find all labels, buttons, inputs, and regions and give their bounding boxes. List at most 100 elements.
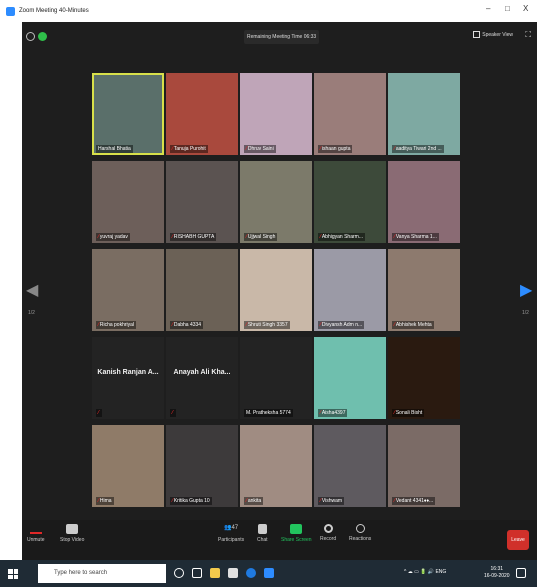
participant-name-label: ⁄Abhishek Mehta	[392, 321, 434, 329]
cortana-icon[interactable]	[174, 568, 184, 578]
zoom-taskbar-icon[interactable]	[264, 568, 274, 578]
notifications-icon[interactable]	[516, 568, 526, 578]
mic-muted-icon: ⁄	[172, 146, 173, 152]
participant-tile[interactable]: ⁄Ujjwal Singh	[240, 161, 312, 243]
minimize-button[interactable]: –	[486, 4, 490, 13]
participant-name: Vedant 4341♦♦...	[395, 498, 434, 504]
stop-video-button[interactable]: Stop Video	[60, 524, 84, 543]
participants-label: Participants	[218, 537, 245, 543]
participants-icon: 👥47	[223, 525, 239, 531]
participant-tile[interactable]: Anayah Ali Kha... ⁄	[166, 337, 238, 419]
zoom-logo-icon	[6, 6, 15, 16]
participant-tile[interactable]: ⁄aaditya Tiwari 2nd ...	[388, 73, 460, 155]
participant-tile[interactable]: ⁄Vishwam	[314, 425, 386, 507]
smiley-icon	[355, 524, 365, 533]
participant-tile[interactable]: ⁄Abhigyan Sharm...	[314, 161, 386, 243]
speaker-view-button[interactable]: Speaker View	[473, 31, 513, 38]
store-icon[interactable]	[228, 568, 238, 578]
reactions-button[interactable]: Reactions	[349, 524, 371, 542]
participant-tile[interactable]: Harshal Bhatia	[92, 73, 164, 155]
share-screen-button[interactable]: Share Screen	[281, 524, 312, 543]
mic-muted-icon: ⁄	[172, 498, 173, 504]
participant-tile[interactable]: ⁄Vanya Sharma 1...	[388, 161, 460, 243]
mic-muted-icon: ⁄	[98, 322, 99, 328]
participant-name: Richa pokhriyal	[99, 322, 135, 328]
participant-tile[interactable]: ⁄Richa pokhriyal	[92, 249, 164, 331]
participant-tile[interactable]: ⁄Divyansh Adm n...	[314, 249, 386, 331]
prev-page-arrow-icon[interactable]: ◀	[26, 280, 38, 300]
record-icon	[323, 524, 333, 533]
participant-tile[interactable]: M. Pratheksha 5774	[240, 337, 312, 419]
mic-muted-icon: ⁄	[320, 410, 321, 416]
participant-tile[interactable]: ⁄Hima	[92, 425, 164, 507]
participant-name-label: ⁄Vishwam	[318, 497, 345, 505]
participant-name: Harshal Bhatia	[98, 146, 131, 152]
participant-name-label: ⁄Tanuja Purohit	[170, 145, 208, 153]
camera-icon	[66, 524, 79, 534]
window-titlebar: Zoom Meeting 40-Minutes – □ X	[0, 0, 537, 22]
mic-muted-icon: ⁄	[320, 146, 321, 152]
meeting-area: Remaining Meeting Time 06:33 Speaker Vie…	[22, 22, 537, 520]
clock-date: 16-09-2020	[484, 573, 510, 579]
participant-tile[interactable]: ⁄Dabha 4334	[166, 249, 238, 331]
participant-name: Abhishek Mehta	[395, 322, 432, 328]
chat-button[interactable]: Chat	[257, 524, 268, 543]
participant-tile[interactable]: ⁄RISHABH GUPTA	[166, 161, 238, 243]
participant-tile[interactable]: ⁄Vedant 4341♦♦...	[388, 425, 460, 507]
record-button[interactable]: Record	[320, 524, 336, 542]
page-indicator-right: 1/2	[522, 310, 529, 316]
participant-tile[interactable]: ⁄Abhishek Mehta	[388, 249, 460, 331]
maximize-button[interactable]: □	[505, 4, 510, 13]
participant-display-name: Kanish Ranjan A...	[97, 369, 159, 376]
taskbar-search-box[interactable]: Type here to search	[38, 564, 166, 583]
meeting-topbar: Remaining Meeting Time 06:33 Speaker Vie…	[22, 22, 537, 52]
participant-name: Ujjwal Singh	[247, 234, 276, 240]
participant-tile[interactable]: ⁄yuvraj yadav	[92, 161, 164, 243]
participant-name: ishaan gupta	[321, 146, 351, 152]
participant-tile[interactable]: ⁄Kritika Gupta 10	[166, 425, 238, 507]
participant-tile[interactable]: ⁄Tanuja Purohit	[166, 73, 238, 155]
taskbar-clock[interactable]: 16:31 16-09-2020	[484, 566, 510, 580]
participant-name-label: ⁄Kritika Gupta 10	[170, 497, 212, 505]
participant-tile[interactable]: ⁄ankita	[240, 425, 312, 507]
next-page-arrow-icon[interactable]: ▶	[520, 280, 532, 300]
participants-button[interactable]: 👥47 Participants	[218, 524, 244, 543]
participant-tile[interactable]: ⁄ishaan gupta	[314, 73, 386, 155]
edge-icon[interactable]	[246, 568, 256, 578]
participant-name: Hima	[99, 498, 112, 504]
system-tray[interactable]: ^ ☁ ▭ 🔋 🔊 ENG	[404, 569, 446, 575]
participant-name-label: M. Pratheksha 5774	[244, 409, 293, 417]
participant-name-label: ⁄Shruti Singh 3357	[244, 321, 290, 329]
mic-muted-icon: ⁄	[98, 410, 99, 416]
fullscreen-icon[interactable]: ⛶	[525, 30, 531, 40]
participant-name: Divyansh Adm n...	[321, 322, 363, 328]
meeting-info-icon[interactable]	[26, 32, 35, 41]
participant-name: Abhigyan Sharm...	[321, 234, 363, 240]
stop-video-label: Stop Video	[60, 537, 85, 543]
participant-name-label: ⁄RISHABH GUPTA	[170, 233, 217, 241]
participant-name-label: ⁄Dabha 4334	[170, 321, 204, 329]
participant-tile[interactable]: Kanish Ranjan A... ⁄	[92, 337, 164, 419]
file-explorer-icon[interactable]	[210, 568, 220, 578]
leave-button[interactable]: Leave	[507, 530, 529, 550]
close-button[interactable]: X	[523, 4, 528, 13]
participant-name-label: ⁄Vedant 4341♦♦...	[392, 497, 436, 505]
shield-icon[interactable]	[38, 32, 47, 41]
participant-name: ankita	[247, 498, 262, 504]
participant-tile[interactable]: ⁄Shruti Singh 3357	[240, 249, 312, 331]
windows-start-icon[interactable]	[8, 569, 18, 579]
participant-name: aaditya Tiwari 2nd ...	[395, 146, 442, 152]
participant-tile[interactable]: ⁄Aisha4397	[314, 337, 386, 419]
participant-name-label: ⁄ishaan gupta	[318, 145, 353, 153]
meeting-toolbar: Unmute Stop Video 👥47 Participants Chat …	[22, 520, 537, 560]
participant-name-label: ⁄Divyansh Adm n...	[318, 321, 365, 329]
mic-muted-icon: ⁄	[320, 498, 321, 504]
task-view-icon[interactable]	[192, 568, 202, 578]
unmute-button[interactable]: Unmute	[27, 524, 45, 543]
participant-tile[interactable]: ⁄Dhruv Saini	[240, 73, 312, 155]
mic-muted-icon: ⁄	[394, 498, 395, 504]
participant-name-label: Harshal Bhatia	[96, 145, 133, 153]
chat-icon	[257, 524, 267, 534]
participant-tile[interactable]: ⁄Sonali Bisht	[388, 337, 460, 419]
clock-time: 16:31	[490, 566, 504, 572]
